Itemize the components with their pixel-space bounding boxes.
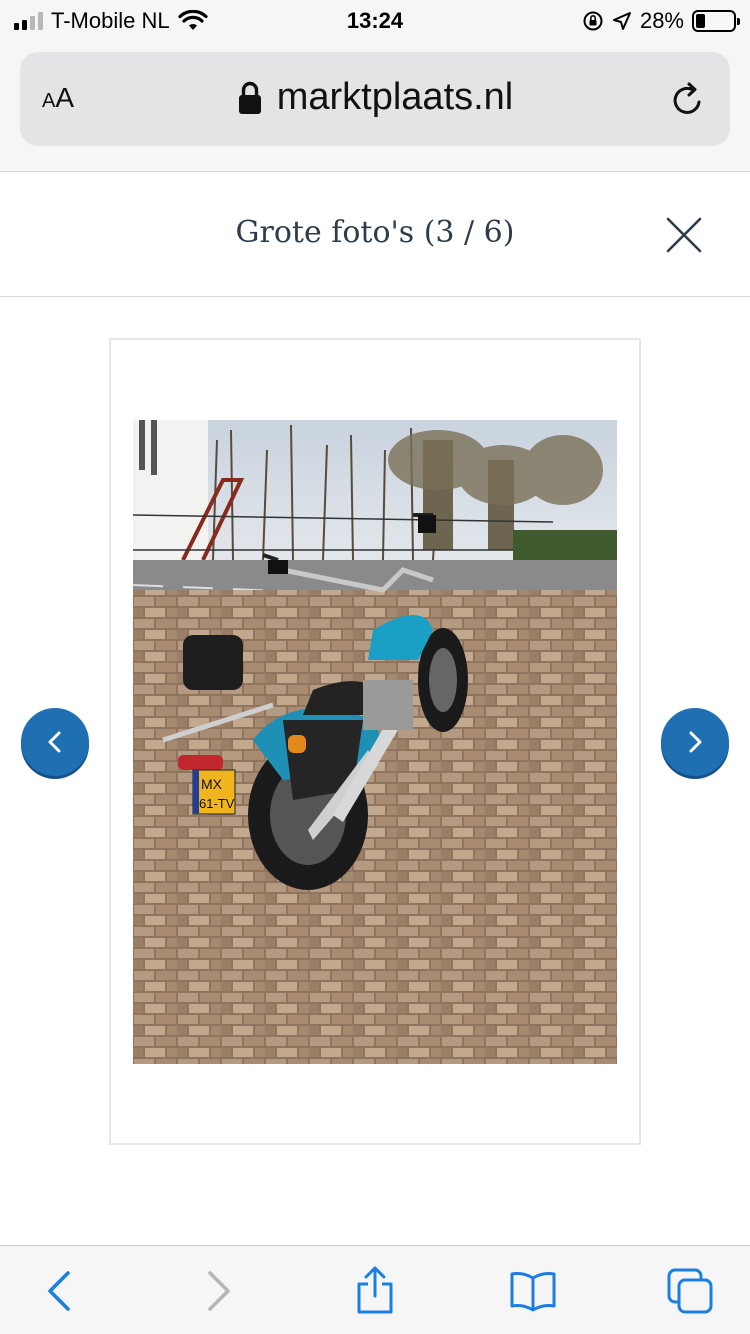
forward-icon [208,1271,230,1311]
next-photo-button[interactable] [661,708,729,776]
plate-line-1: MX [201,776,223,792]
tabs-icon[interactable] [665,1266,715,1316]
orientation-lock-icon [583,11,603,31]
url-text: marktplaats.nl [276,76,514,118]
browser-address-area: AA marktplaats.nl [0,42,750,172]
previous-photo-button[interactable] [21,708,89,776]
reload-icon[interactable] [668,80,708,120]
back-icon[interactable] [36,1266,86,1316]
chevron-left-icon [48,731,61,753]
gallery-title: Grote foto's (3 / 6) [235,215,515,250]
location-icon [612,12,631,30]
chevron-right-icon [689,731,702,753]
gallery-header: Grote foto's (3 / 6) [0,173,750,297]
browser-toolbar [0,1245,750,1334]
battery-icon [692,10,740,32]
photo-frame: MX 61-TV [109,338,641,1145]
close-icon[interactable] [664,215,704,255]
lock-icon [238,81,261,114]
status-bar: T-Mobile NL 13:24 28% [0,0,750,42]
status-right: 28% [582,8,740,34]
bookmarks-icon[interactable] [508,1266,558,1316]
url-display[interactable]: marktplaats.nl [20,76,730,119]
share-icon[interactable] [350,1266,400,1316]
motorcycle-photo[interactable]: MX 61-TV [133,420,617,1064]
plate-line-2: 61-TV [199,796,235,811]
address-bar[interactable]: AA marktplaats.nl [20,52,730,146]
battery-percent: 28% [639,8,684,33]
